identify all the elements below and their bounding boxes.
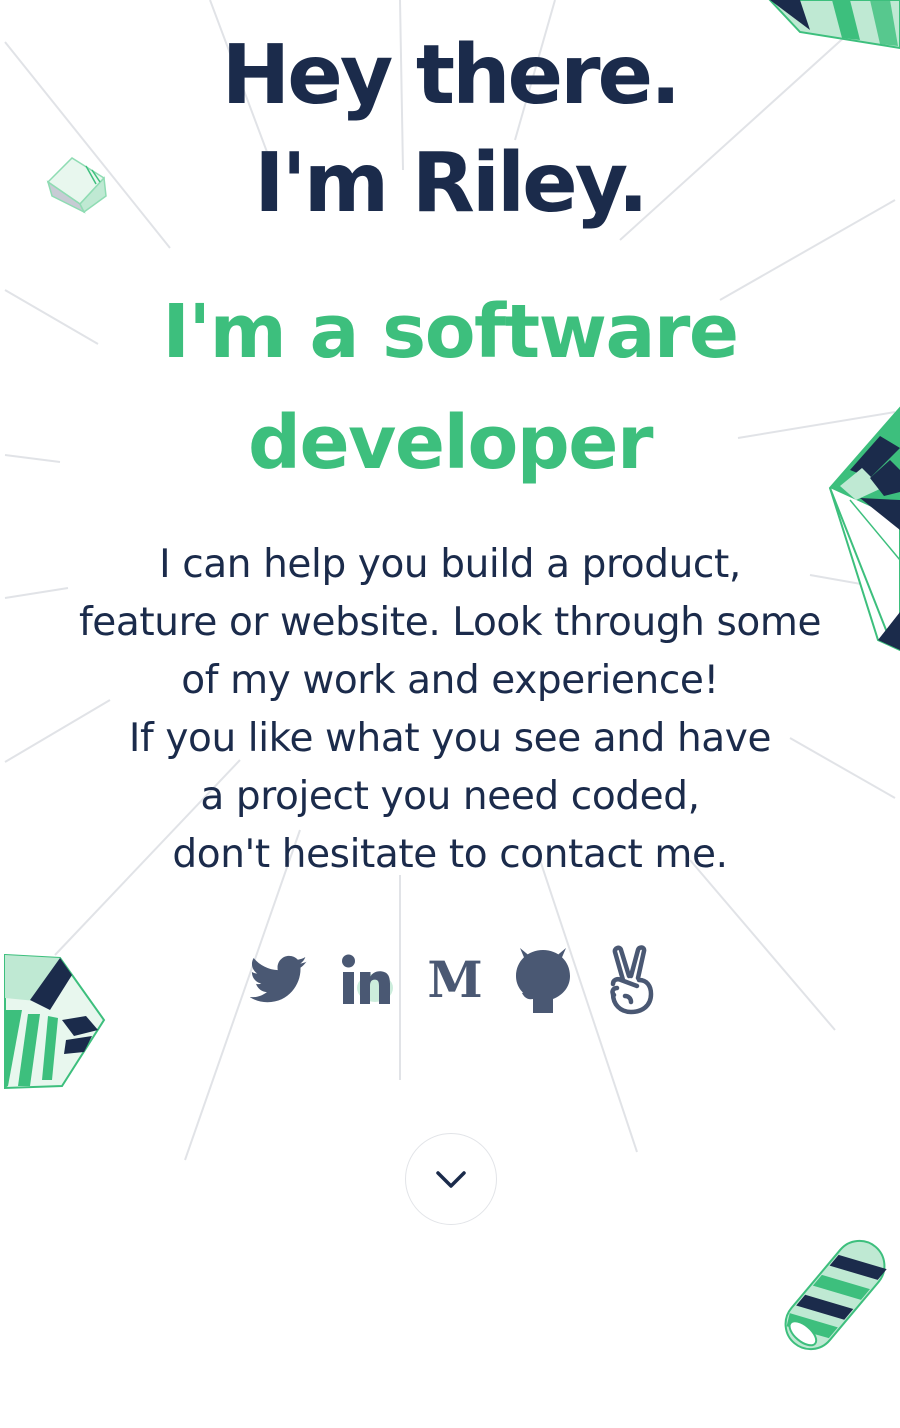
intro-line: a project you need coded, [200,774,700,819]
twitter-icon [250,955,308,1003]
github-icon [516,948,570,1013]
medium-icon: M [427,955,482,1005]
intro-line: feature or website. Look through some [78,600,822,645]
linkedin-icon [342,954,393,1004]
role-line-1: I'm a software [162,289,739,375]
cube-decoration-left-lower [4,953,106,1090]
github-link[interactable] [508,940,578,1020]
svg-text:M: M [427,955,482,1005]
intro-line: don't hesitate to contact me. [172,832,728,877]
twitter-link[interactable] [244,940,314,1020]
social-links: M [240,938,670,1022]
tube-decoration-bottom-right [784,1239,887,1351]
medium-link[interactable]: M [420,940,490,1020]
greeting-line-1: Hey there. [221,28,682,123]
intro-paragraph: I can help you build a product, feature … [0,536,900,884]
angellist-link[interactable] [596,940,666,1020]
scroll-down-button[interactable] [405,1133,497,1225]
chevron-down-icon [436,1171,466,1188]
linkedin-link[interactable] [332,940,402,1020]
intro-line: of my work and experience! [181,658,719,703]
greeting-line-2: I'm Riley. [254,136,649,231]
intro-line: I can help you build a product, [159,542,741,587]
role-line-2: developer [248,400,653,486]
intro-line: If you like what you see and have [128,716,772,761]
angellist-icon [610,945,654,1015]
